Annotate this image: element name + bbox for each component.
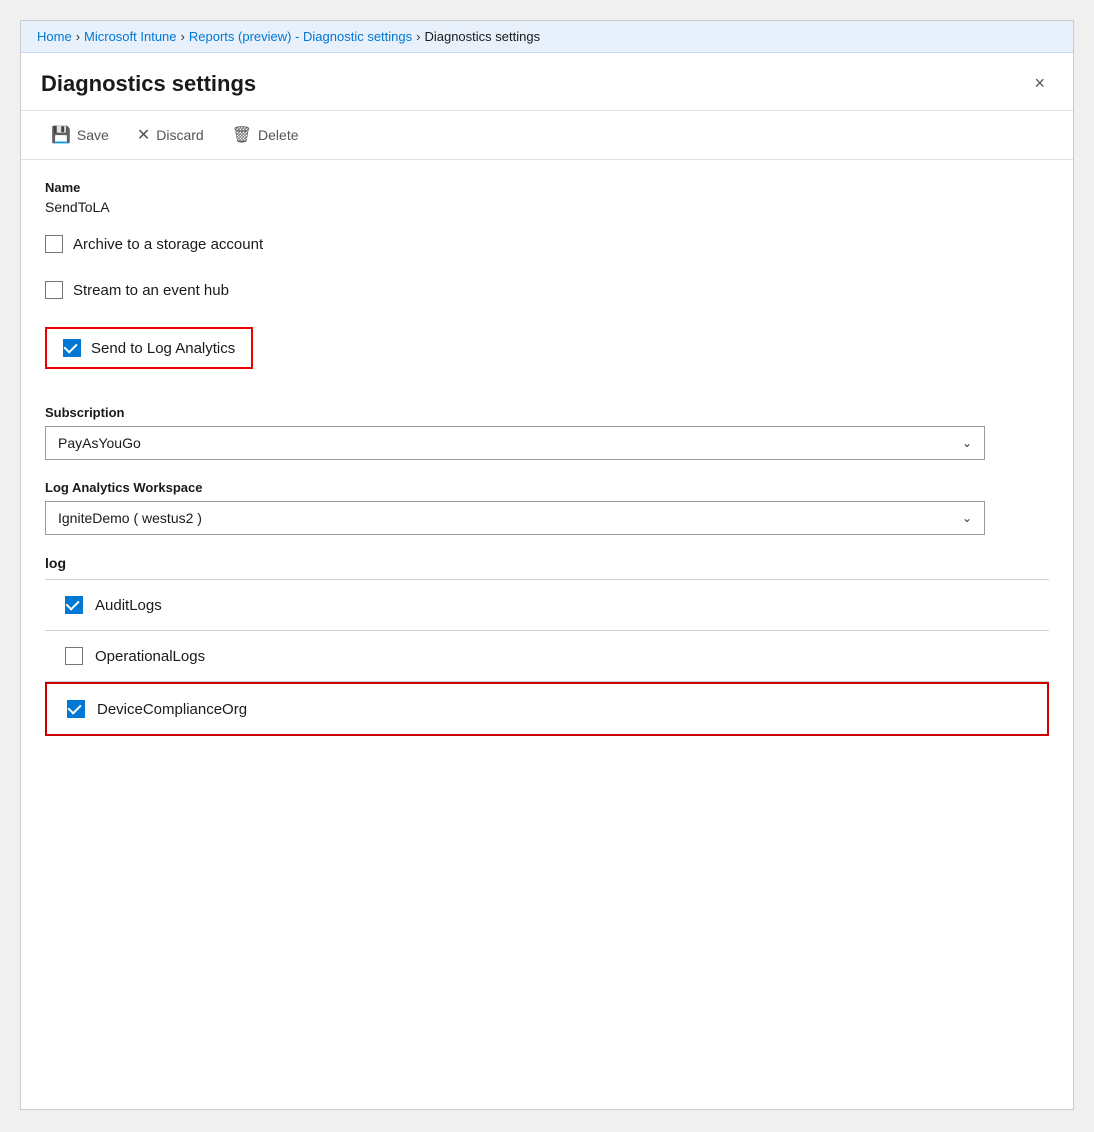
stream-checkbox[interactable] <box>45 281 63 299</box>
save-icon: 💾 <box>51 125 71 145</box>
stream-label: Stream to an event hub <box>73 282 229 299</box>
operationallogs-checkbox[interactable] <box>65 647 83 665</box>
log-row-devicecomplianceorg[interactable]: DeviceComplianceOrg <box>45 682 1049 736</box>
chevron-down-icon-2: ⌄ <box>962 511 972 525</box>
breadcrumb-intune[interactable]: Microsoft Intune <box>84 29 177 44</box>
subscription-label: Subscription <box>45 405 1049 420</box>
send-log-analytics-label: Send to Log Analytics <box>91 340 235 357</box>
log-row-operationallogs[interactable]: OperationalLogs <box>45 631 1049 682</box>
save-button[interactable]: 💾 Save <box>37 119 123 151</box>
breadcrumb-home[interactable]: Home <box>37 29 72 44</box>
name-label: Name <box>45 180 1049 195</box>
workspace-label: Log Analytics Workspace <box>45 480 1049 495</box>
subscription-dropdown[interactable]: PayAsYouGo ⌄ <box>45 426 985 460</box>
operationallogs-label: OperationalLogs <box>95 648 205 665</box>
auditlogs-label: AuditLogs <box>95 597 162 614</box>
name-value: SendToLA <box>45 199 1049 215</box>
breadcrumb-sep-3: › <box>416 29 420 44</box>
discard-button[interactable]: ✕ Discard <box>123 119 218 151</box>
log-row-auditlogs[interactable]: AuditLogs <box>45 580 1049 631</box>
archive-checkbox-row[interactable]: Archive to a storage account <box>45 235 1049 253</box>
delete-button[interactable]: 🗑 Delete <box>218 119 313 151</box>
log-section-title: log <box>45 555 1049 580</box>
subscription-section: Subscription PayAsYouGo ⌄ <box>45 405 1049 460</box>
form-content: Name SendToLA Archive to a storage accou… <box>21 160 1073 756</box>
discard-label: Discard <box>156 127 203 143</box>
chevron-down-icon: ⌄ <box>962 436 972 450</box>
devicecomplianceorg-checkbox[interactable] <box>67 700 85 718</box>
delete-label: Delete <box>258 127 298 143</box>
close-button[interactable]: × <box>1026 69 1053 98</box>
subscription-value: PayAsYouGo <box>58 435 141 451</box>
breadcrumb-sep-2: › <box>181 29 185 44</box>
breadcrumb: Home › Microsoft Intune › Reports (previ… <box>21 21 1073 53</box>
breadcrumb-reports[interactable]: Reports (preview) - Diagnostic settings <box>189 29 412 44</box>
discard-icon: ✕ <box>137 125 150 145</box>
workspace-section: Log Analytics Workspace IgniteDemo ( wes… <box>45 480 1049 535</box>
page-title: Diagnostics settings <box>41 71 256 97</box>
archive-label: Archive to a storage account <box>73 236 263 253</box>
save-label: Save <box>77 127 109 143</box>
send-log-analytics-checkbox[interactable] <box>63 339 81 357</box>
toolbar: 💾 Save ✕ Discard 🗑 Delete <box>21 111 1073 160</box>
panel-header: Diagnostics settings × <box>21 53 1073 111</box>
breadcrumb-sep-1: › <box>76 29 80 44</box>
diagnostics-settings-panel: Home › Microsoft Intune › Reports (previ… <box>20 20 1074 1110</box>
devicecomplianceorg-label: DeviceComplianceOrg <box>97 701 247 718</box>
auditlogs-checkbox[interactable] <box>65 596 83 614</box>
breadcrumb-current: Diagnostics settings <box>424 29 540 44</box>
workspace-value: IgniteDemo ( westus2 ) <box>58 510 202 526</box>
delete-icon: 🗑 <box>232 125 252 145</box>
log-section: log AuditLogs OperationalLogs DeviceComp… <box>45 555 1049 736</box>
workspace-dropdown[interactable]: IgniteDemo ( westus2 ) ⌄ <box>45 501 985 535</box>
archive-checkbox[interactable] <box>45 235 63 253</box>
send-log-analytics-row[interactable]: Send to Log Analytics <box>45 327 253 369</box>
stream-checkbox-row[interactable]: Stream to an event hub <box>45 281 1049 299</box>
